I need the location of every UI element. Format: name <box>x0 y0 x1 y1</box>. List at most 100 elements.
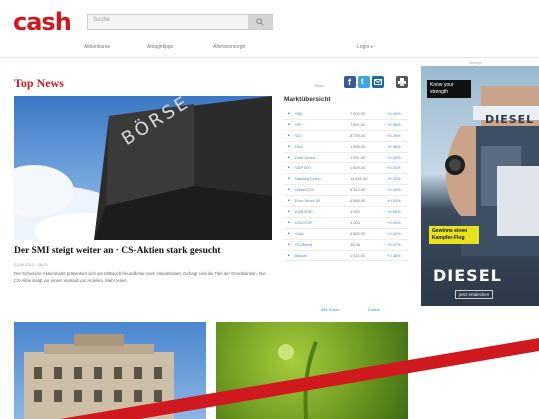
header-divider <box>0 57 539 58</box>
nav-item-aktienkurse[interactable]: Aktienkurse <box>84 44 110 50</box>
market-index-value: 1'113.00 <box>350 252 365 258</box>
market-row[interactable]: ▲ Gold 4'855.00 +0.42% <box>284 229 408 240</box>
market-index-name: Gold <box>295 230 304 236</box>
market-row[interactable]: ▲ SPI 7'551.00 +0.36% <box>284 120 408 131</box>
market-index-value: 1'598.00 <box>350 143 366 149</box>
market-index-change: +0.06% <box>387 209 401 215</box>
twitter-icon[interactable]: t <box>358 76 370 88</box>
market-table: ▲ SMI 7'900.00 +0.40% ▲ SPI 7'551.00 +0.36% ▲ SLI… <box>284 109 408 262</box>
ad-label: Anzeige <box>469 61 482 65</box>
nav-item-anlagetipps[interactable]: Anlagetipps <box>147 44 173 50</box>
trend-up-icon: ▲ <box>287 143 291 148</box>
market-index-name: Öl (Brent) <box>295 241 313 247</box>
market-index-name: EUR/CHF <box>295 209 313 215</box>
section-title-top-news: Top News <box>14 76 64 90</box>
trend-up-icon: ▲ <box>287 252 291 257</box>
market-index-name: SMI <box>295 111 303 116</box>
market-index-change: +0.40% <box>387 111 401 116</box>
market-row[interactable]: ▲ Nasdaq Comp. 14'451.00 +0.24% <box>284 174 408 186</box>
ad-cta-button[interactable]: jetzt entdecken <box>455 290 494 299</box>
market-index-change: +0.36% <box>387 121 401 127</box>
plant-photo <box>278 341 341 419</box>
market-index-change: +0.38% <box>387 252 401 258</box>
nav-item-login[interactable]: Login ▾ <box>357 44 373 50</box>
market-index-value: 1'509.00 <box>350 165 366 171</box>
trend-up-icon: ▲ <box>287 209 291 214</box>
building-photo <box>24 334 174 419</box>
market-row[interactable]: ▲ USD/CHF 1.004 +0.04% <box>284 218 408 229</box>
market-index-value: 4'322.00 <box>350 187 366 193</box>
trend-up-icon: ▲ <box>287 132 291 137</box>
print-icon[interactable] <box>396 76 408 88</box>
market-title: Marktübersicht <box>284 96 331 103</box>
market-row[interactable]: ▲ Öl (Brent) 48.46 +0.47% <box>284 240 408 251</box>
article-teaser: Der Schweizer Aktienmarkt präsentiert si… <box>14 271 266 283</box>
market-index-name: SLI <box>295 132 302 138</box>
market-row[interactable]: ▲ Nikkei 225 4'322.00 +0.40% <box>284 185 408 197</box>
article-headline[interactable]: Der SMI steigt weiter an · CS-Aktien sta… <box>14 246 221 256</box>
market-index-value: 7'551.00 <box>350 121 366 127</box>
charts-link[interactable]: Charts <box>368 307 380 312</box>
market-row[interactable]: ▲ SMI 7'900.00 +0.40% <box>284 109 408 120</box>
market-index-change: +0.24% <box>387 176 401 182</box>
search-input[interactable]: Suche <box>93 17 110 23</box>
cash-logo[interactable]: cash <box>13 8 72 36</box>
nav-item-altersvorsorge[interactable]: Altersvorsorge <box>213 44 245 50</box>
article-image-building[interactable] <box>14 322 206 419</box>
market-index-name: Euro Stoxx 50 <box>295 198 321 204</box>
trend-up-icon: ▲ <box>287 121 291 126</box>
trend-up-icon: ▲ <box>287 111 291 115</box>
market-index-name: USD/CHF <box>295 219 313 225</box>
printer-glyph <box>398 78 406 86</box>
trend-up-icon: ▲ <box>287 176 291 181</box>
search-button[interactable] <box>248 15 272 29</box>
all-quotes-link[interactable]: Alle Kurse <box>321 307 339 312</box>
market-index-value: 1.092 <box>350 209 361 215</box>
market-index-name: S&P 500 <box>295 165 311 171</box>
chevron-down-icon: ▾ <box>370 44 373 49</box>
market-index-change: +0.29% <box>387 154 401 160</box>
search-box[interactable]: Suche <box>87 14 273 30</box>
market-row[interactable]: ▲ EUR/CHF 1.092 +0.06% <box>284 207 408 218</box>
market-index-change: +0.38% <box>387 143 401 149</box>
market-row[interactable]: ▲ Bitcoin 1'113.00 +0.38% <box>284 251 408 262</box>
trend-up-icon: ▲ <box>287 165 291 170</box>
diesel-ad-banner[interactable]: Know your strength DIESEL Gewinne einen … <box>421 66 539 306</box>
trend-up-icon: ▲ <box>287 230 291 235</box>
market-index-name: SPI <box>295 121 302 127</box>
trend-up-icon: ▲ <box>287 241 291 246</box>
trend-up-icon: ▲ <box>287 219 291 224</box>
market-index-name: Nikkei 225 <box>295 187 314 193</box>
search-icon <box>256 18 264 26</box>
market-index-change: +0.04% <box>387 219 401 225</box>
market-index-name: Dow Jones <box>295 154 315 160</box>
market-index-value: 1.004 <box>350 219 361 225</box>
market-index-value: 4'548.00 <box>350 198 366 204</box>
share-label: Teilen <box>314 83 325 88</box>
market-index-name: Bitcoin <box>295 252 308 258</box>
market-index-change: +0.35% <box>387 132 401 138</box>
envelope-glyph <box>374 79 382 85</box>
trend-up-icon: ▲ <box>287 154 291 159</box>
market-row[interactable]: ▲ S&P 500 1'509.00 +0.31% <box>284 163 408 175</box>
market-index-change: +0.31% <box>387 165 401 171</box>
article-image-green[interactable] <box>216 322 408 419</box>
email-icon[interactable] <box>372 76 384 88</box>
market-row[interactable]: ▲ DAX 1'598.00 +0.38% <box>284 142 408 153</box>
trend-up-icon: ▲ <box>287 187 291 192</box>
market-row[interactable]: ▲ Dow Jones 1'491.00 +0.29% <box>284 153 408 164</box>
ad-waistband-brand: DIESEL <box>485 113 535 126</box>
market-row[interactable]: ▲ Euro Stoxx 50 4'548.00 +0.33% <box>284 196 408 208</box>
market-index-value: 4'855.00 <box>350 230 366 236</box>
market-index-value: 1'491.00 <box>350 154 366 160</box>
market-index-name: Nasdaq Comp. <box>295 176 322 182</box>
market-index-value: 14'451.00 <box>350 176 368 182</box>
facebook-icon[interactable]: f <box>344 76 356 88</box>
main-article-image[interactable]: BÖRSE <box>14 96 272 240</box>
market-row[interactable]: ▲ SLI 8'739.00 +0.35% <box>284 131 408 142</box>
trend-up-icon: ▲ <box>287 198 291 203</box>
article-date: 21.09.2013 · 08:15 <box>14 262 48 267</box>
market-index-value: 8'739.00 <box>350 132 366 138</box>
market-index-change: +0.33% <box>387 198 401 204</box>
ad-promo-tag: Gewinne einen Kampfer-Flug <box>429 226 479 244</box>
